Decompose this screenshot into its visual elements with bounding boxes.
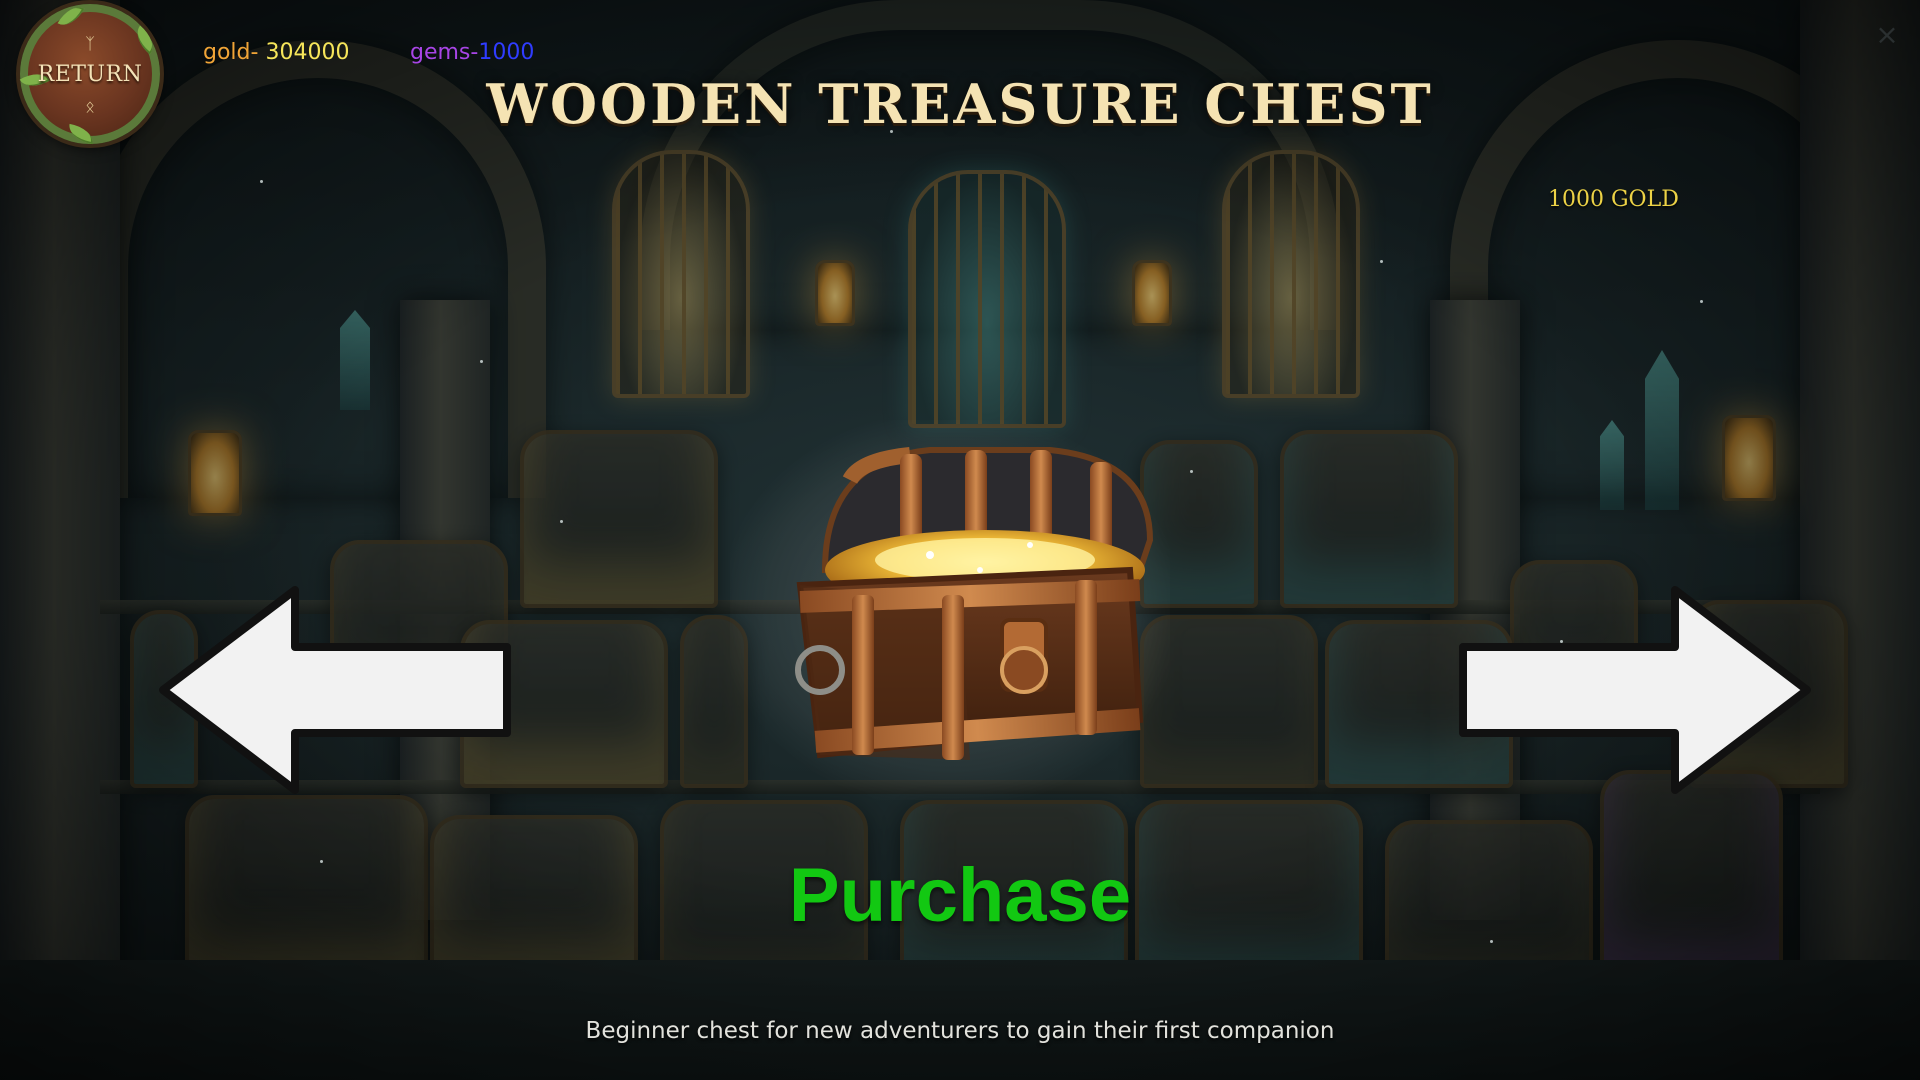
gems-value: 1000 — [478, 40, 535, 65]
lantern-icon — [815, 260, 855, 326]
lantern-icon — [1132, 260, 1172, 326]
leaf-icon — [129, 25, 161, 55]
wooden-treasure-chest-icon — [730, 420, 1170, 800]
hanging-cage — [1222, 150, 1360, 398]
crystal-decoration — [1645, 350, 1679, 510]
item-price: 1000 GOLD — [1548, 187, 1679, 212]
purchase-button[interactable]: Purchase — [0, 852, 1920, 939]
background-chest — [520, 430, 718, 608]
crystal-decoration — [340, 310, 370, 410]
rune-icon: ᛟ — [85, 97, 95, 116]
next-item-button[interactable] — [1455, 585, 1815, 795]
hanging-cage — [908, 170, 1066, 428]
snow-particle — [1190, 470, 1193, 473]
background-chest — [1280, 430, 1458, 608]
left-arrow-icon — [159, 586, 511, 794]
snow-particle — [560, 520, 563, 523]
snow-particle — [1490, 940, 1493, 943]
snow-particle — [1700, 300, 1703, 303]
close-icon[interactable]: × — [1874, 21, 1900, 49]
hanging-cage — [612, 150, 750, 398]
gold-counter: gold- 304000 — [203, 40, 349, 65]
item-title: WOODEN TREASURE CHEST — [486, 72, 1434, 136]
snow-particle — [480, 360, 483, 363]
return-label: RETURN — [37, 61, 143, 87]
snow-particle — [260, 180, 263, 183]
chest-illustration — [795, 447, 1154, 760]
crystal-decoration — [1600, 420, 1624, 510]
shop-screen: ᛉ RETURN ᛟ gold- 304000 gems-1000 × WOOD… — [0, 0, 1920, 1080]
gold-value: 304000 — [265, 40, 350, 65]
snow-particle — [1380, 260, 1383, 263]
lantern-icon — [188, 430, 242, 516]
gems-counter: gems-1000 — [410, 40, 534, 65]
rune-icon: ᛉ — [85, 34, 95, 53]
prev-item-button[interactable] — [155, 585, 515, 795]
gems-label: gems- — [410, 40, 479, 65]
right-arrow-icon — [1459, 586, 1811, 794]
gold-label: gold- — [203, 40, 259, 65]
item-description: Beginner chest for new adventurers to ga… — [585, 1018, 1335, 1044]
lantern-icon — [1722, 415, 1776, 501]
